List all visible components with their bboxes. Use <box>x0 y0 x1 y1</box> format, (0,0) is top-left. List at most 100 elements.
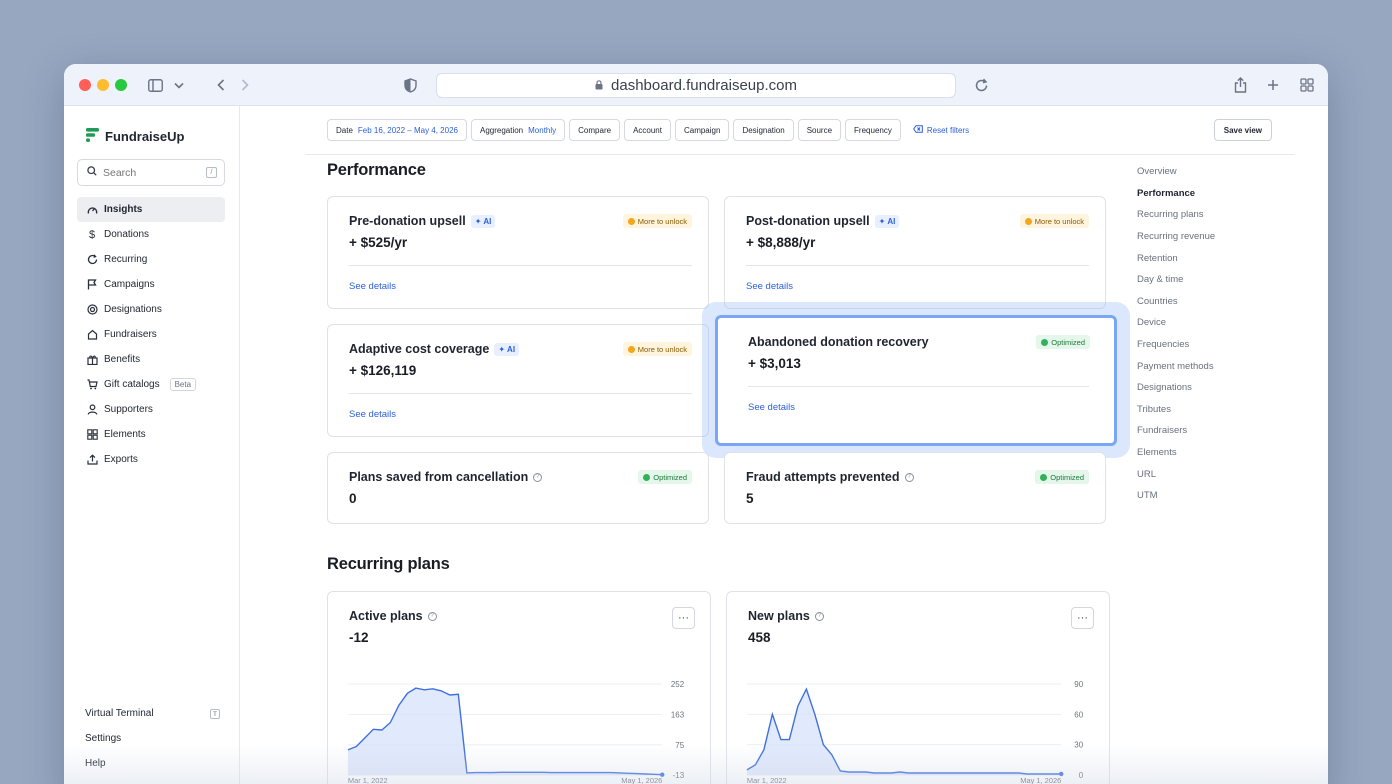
forward-arrow-icon[interactable] <box>239 75 251 95</box>
section-nav-item[interactable]: Designations <box>1137 377 1257 399</box>
more-options-button[interactable]: ··· <box>1071 607 1094 629</box>
chevron-down-icon[interactable] <box>173 75 185 95</box>
ai-badge: ✦ AI <box>494 342 520 356</box>
close-window-button[interactable] <box>79 79 91 91</box>
section-nav-item[interactable]: UTM <box>1137 485 1257 507</box>
see-details-link[interactable]: See details <box>746 281 793 292</box>
source-filter[interactable]: Source <box>797 119 842 141</box>
section-nav-item[interactable]: Fundraisers <box>1137 420 1257 442</box>
see-details-link[interactable]: See details <box>748 402 795 413</box>
sidebar-item-exports[interactable]: Exports <box>77 447 225 472</box>
tab-overview-icon[interactable] <box>1299 75 1315 95</box>
y-tick-label: 163 <box>671 711 685 720</box>
sidebar-item-benefits[interactable]: Benefits <box>77 347 225 372</box>
new-tab-icon[interactable] <box>1266 75 1280 95</box>
gift-icon <box>86 354 98 366</box>
section-nav-item[interactable]: Recurring plans <box>1137 204 1257 226</box>
settings-link[interactable]: Settings <box>77 726 225 751</box>
card-value: + $3,013 <box>748 356 801 371</box>
share-icon[interactable] <box>1232 75 1248 95</box>
see-details-link[interactable]: See details <box>349 409 396 420</box>
performance-card-post-donation-upsell: Post-donation upsell ✦ AI More to unlock … <box>724 196 1106 309</box>
sidebar-toggle-icon[interactable] <box>147 75 163 95</box>
sidebar-item-campaigns[interactable]: Campaigns <box>77 272 225 297</box>
sidebar-item-gift-catalogs[interactable]: Gift catalogs Beta <box>77 372 225 397</box>
date-filter[interactable]: Date Feb 16, 2022 – May 4, 2026 <box>327 119 467 141</box>
search-input[interactable] <box>103 166 193 179</box>
sidebar-item-donations[interactable]: $ Donations <box>77 222 225 247</box>
card-title-text: Pre-donation upsell <box>349 214 466 228</box>
chart-card-active-plans: Active plans ? -12 ··· 252 163 75 -13 Mar 1,… <box>327 591 711 784</box>
section-nav-item[interactable]: Overview <box>1137 161 1257 183</box>
card-title: Post-donation upsell ✦ AI <box>746 214 900 228</box>
reload-icon[interactable] <box>972 75 990 95</box>
status-badge: Optimized <box>1036 335 1090 349</box>
section-nav-item[interactable]: Countries <box>1137 291 1257 313</box>
card-title: Fraud attempts prevented ? <box>746 470 914 484</box>
sidebar-item-label: Recurring <box>104 254 148 265</box>
section-nav-item[interactable]: Device <box>1137 312 1257 334</box>
search-box[interactable]: / <box>77 159 225 186</box>
cart-icon <box>86 379 98 391</box>
sidebar-item-designations[interactable]: Designations <box>77 297 225 322</box>
section-nav-item[interactable]: Retention <box>1137 247 1257 269</box>
sidebar-item-fundraisers[interactable]: Fundraisers <box>77 322 225 347</box>
sidebar-item-label: Gift catalogs <box>104 379 160 390</box>
info-icon[interactable]: ? <box>533 472 543 482</box>
section-nav-item[interactable]: Recurring revenue <box>1137 226 1257 248</box>
sidebar-item-insights[interactable]: Insights <box>77 197 225 222</box>
back-arrow-icon[interactable] <box>215 75 227 95</box>
frequency-filter[interactable]: Frequency <box>845 119 901 141</box>
card-title-text: Active plans <box>349 609 423 623</box>
series-area <box>347 688 663 775</box>
compare-filter[interactable]: Compare <box>569 119 621 141</box>
account-filter[interactable]: Account <box>624 119 671 141</box>
info-icon[interactable]: ? <box>814 611 824 621</box>
sparkle-icon: ✦ <box>878 216 886 226</box>
card-divider <box>748 386 1089 387</box>
section-nav-item[interactable]: Frequencies <box>1137 334 1257 356</box>
beta-badge: Beta <box>169 378 197 391</box>
date-filter-label: Date <box>336 125 353 135</box>
section-nav-item[interactable]: Performance <box>1137 183 1257 205</box>
reset-filters-button[interactable]: Reset filters <box>905 119 969 141</box>
campaign-filter[interactable]: Campaign <box>674 119 730 141</box>
card-title: New plans ? <box>748 609 824 623</box>
performance-card-abandoned-donation-recovery[interactable]: Abandoned donation recovery Optimized + … <box>715 315 1117 446</box>
status-label: Optimized <box>653 472 687 482</box>
designation-filter[interactable]: Designation <box>733 119 794 141</box>
info-icon[interactable]: ? <box>904 472 914 482</box>
virtual-terminal-link[interactable]: Virtual Terminal T <box>77 701 225 726</box>
section-nav-item[interactable]: Tributes <box>1137 399 1257 421</box>
performance-card-plans-saved: Plans saved from cancellation ? Optimize… <box>327 452 709 524</box>
section-nav-item[interactable]: Day & time <box>1137 269 1257 291</box>
status-badge: More to unlock <box>1019 214 1089 228</box>
app-logo[interactable]: FundraiseUp <box>86 128 184 145</box>
address-bar[interactable]: dashboard.fundraiseup.com <box>436 73 956 98</box>
sidebar-item-recurring[interactable]: Recurring <box>77 247 225 272</box>
save-view-button[interactable]: Save view <box>1213 119 1272 141</box>
section-nav-item[interactable]: Payment methods <box>1137 355 1257 377</box>
shield-icon[interactable] <box>402 75 418 95</box>
card-title-text: Fraud attempts prevented <box>746 470 900 484</box>
sidebar-item-label: Elements <box>104 429 146 440</box>
sidebar-item-elements[interactable]: Elements <box>77 422 225 447</box>
see-details-link[interactable]: See details <box>349 281 396 292</box>
section-nav-item[interactable]: Elements <box>1137 442 1257 464</box>
card-title: Abandoned donation recovery <box>748 335 929 349</box>
section-nav-item[interactable]: URL <box>1137 463 1257 485</box>
info-icon[interactable]: ? <box>427 611 437 621</box>
y-tick-label: 90 <box>1074 680 1083 689</box>
sidebar-item-supporters[interactable]: Supporters <box>77 397 225 422</box>
card-value: 0 <box>349 491 357 506</box>
more-options-button[interactable]: ··· <box>672 607 695 629</box>
card-title: Pre-donation upsell ✦ AI <box>349 214 496 228</box>
aggregation-filter-value: Monthly <box>528 125 557 135</box>
minimize-window-button[interactable] <box>97 79 109 91</box>
help-link[interactable]: Help <box>77 751 225 776</box>
aggregation-filter[interactable]: Aggregation Monthly <box>470 119 566 141</box>
more-icon: ··· <box>1077 612 1088 624</box>
zoom-window-button[interactable] <box>115 79 127 91</box>
upload-icon <box>86 454 98 466</box>
card-title: Active plans ? <box>349 609 437 623</box>
